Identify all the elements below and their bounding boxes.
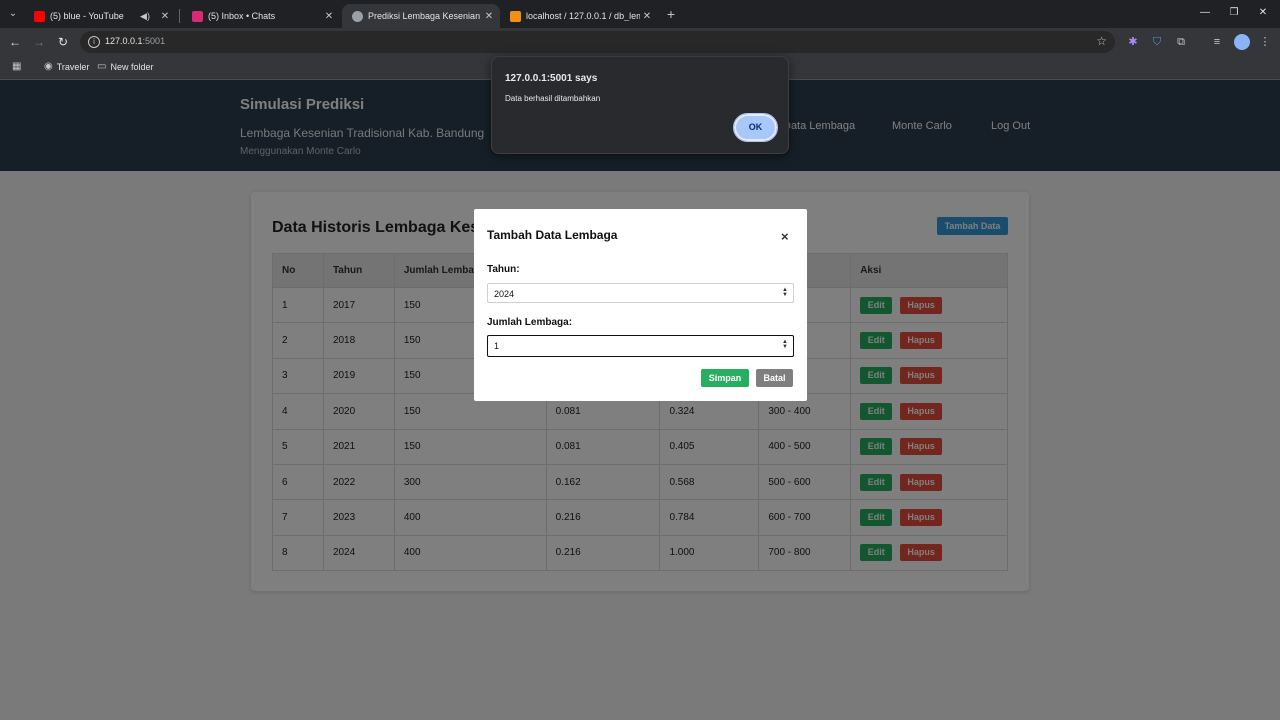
- browser-tab-youtube[interactable]: (5) blue - YouTube ◀) ✕: [24, 4, 176, 28]
- url-host: 127.0.0.1: [105, 36, 143, 46]
- close-icon[interactable]: ×: [781, 229, 789, 244]
- profile-avatar[interactable]: [1234, 34, 1250, 50]
- address-bar[interactable]: i 127.0.0.1:5001 ☆: [80, 31, 1115, 53]
- youtube-icon: [34, 10, 45, 22]
- new-tab-icon[interactable]: +: [664, 6, 678, 22]
- forward-icon[interactable]: →: [32, 35, 46, 49]
- tahun-label: Tahun:: [487, 264, 520, 275]
- instagram-icon: [192, 10, 203, 22]
- cancel-button[interactable]: Batal: [756, 369, 793, 387]
- alert-message: Data berhasil ditambahkan: [505, 94, 601, 103]
- jumlah-value: 1: [494, 341, 500, 351]
- tab-title: localhost / 127.0.0.1 / db_lemba: [526, 11, 640, 21]
- site-info-icon[interactable]: i: [88, 36, 100, 48]
- save-button[interactable]: Simpan: [701, 369, 749, 387]
- tahun-input[interactable]: 2024 ▲ ▼: [487, 283, 794, 303]
- extensions-puzzle-icon[interactable]: ⧉: [1174, 35, 1188, 49]
- reading-list-icon[interactable]: ≡: [1210, 35, 1224, 49]
- close-tab-icon[interactable]: ✕: [322, 11, 336, 22]
- bookmark-label: Traveler: [56, 61, 90, 72]
- back-icon[interactable]: ←: [8, 35, 22, 49]
- modal-title: Tambah Data Lembaga: [487, 228, 618, 242]
- tab-title: Prediksi Lembaga Kesenian Tra: [368, 11, 482, 21]
- minimize-icon[interactable]: —: [1198, 6, 1212, 20]
- globe-icon: ◉: [44, 61, 53, 72]
- alert-ok-button[interactable]: OK: [733, 113, 778, 142]
- tab-search-icon[interactable]: ⌄: [6, 7, 20, 21]
- bookmark-traveler[interactable]: ◉ Traveler: [44, 61, 89, 72]
- browser-tab-phpmyadmin[interactable]: localhost / 127.0.0.1 / db_lemba ✕: [500, 4, 658, 28]
- extension-gear-icon[interactable]: ✱: [1126, 35, 1140, 49]
- close-tab-icon[interactable]: ✕: [482, 11, 496, 22]
- jumlah-input[interactable]: 1 ▲ ▼: [487, 335, 794, 357]
- browser-alert-dialog: 127.0.0.1:5001 says Data berhasil ditamb…: [491, 56, 789, 154]
- bookmark-new-folder[interactable]: ▭ New folder: [97, 61, 153, 72]
- apps-grid-icon[interactable]: ▦: [12, 62, 22, 72]
- close-window-icon[interactable]: ✕: [1256, 6, 1270, 20]
- jumlah-label: Jumlah Lembaga:: [487, 317, 573, 328]
- browser-tab-strip: ⌄ (5) blue - YouTube ◀) ✕ (5) Inbox • Ch…: [0, 0, 1280, 28]
- browser-menu-icon[interactable]: ⋮: [1258, 35, 1272, 49]
- bookmark-label: New folder: [110, 61, 154, 72]
- restore-icon[interactable]: ❐: [1227, 6, 1241, 20]
- extension-shield-icon[interactable]: ⛉: [1150, 35, 1164, 49]
- close-tab-icon[interactable]: ✕: [640, 11, 654, 22]
- spinner-icon[interactable]: ▲ ▼: [782, 287, 788, 298]
- globe-icon: [352, 10, 363, 22]
- tab-divider: [179, 9, 180, 23]
- browser-toolbar: ← → ↻ i 127.0.0.1:5001 ☆ ✱ ⛉ ⧉ ≡ ⋮: [0, 28, 1280, 56]
- browser-tab-active[interactable]: Prediksi Lembaga Kesenian Tra ✕: [342, 4, 500, 28]
- tab-title: (5) blue - YouTube: [50, 11, 124, 21]
- add-data-modal: Tambah Data Lembaga × Tahun: 2024 ▲ ▼ Jum…: [474, 209, 807, 401]
- folder-icon: ▭: [97, 61, 107, 72]
- tahun-value: 2024: [494, 289, 515, 299]
- bookmark-star-icon[interactable]: ☆: [1096, 34, 1107, 48]
- reload-icon[interactable]: ↻: [56, 35, 70, 49]
- close-tab-icon[interactable]: ✕: [158, 11, 172, 22]
- alert-title: 127.0.0.1:5001 says: [505, 73, 598, 84]
- speaker-icon[interactable]: ◀): [138, 11, 152, 22]
- address-url[interactable]: 127.0.0.1:5001: [105, 36, 165, 46]
- spinner-icon[interactable]: ▲ ▼: [782, 339, 788, 350]
- url-port: :5001: [142, 36, 166, 46]
- browser-tab-instagram[interactable]: (5) Inbox • Chats ✕: [182, 4, 340, 28]
- phpmyadmin-icon: [510, 10, 521, 22]
- tab-title: (5) Inbox • Chats: [208, 11, 276, 21]
